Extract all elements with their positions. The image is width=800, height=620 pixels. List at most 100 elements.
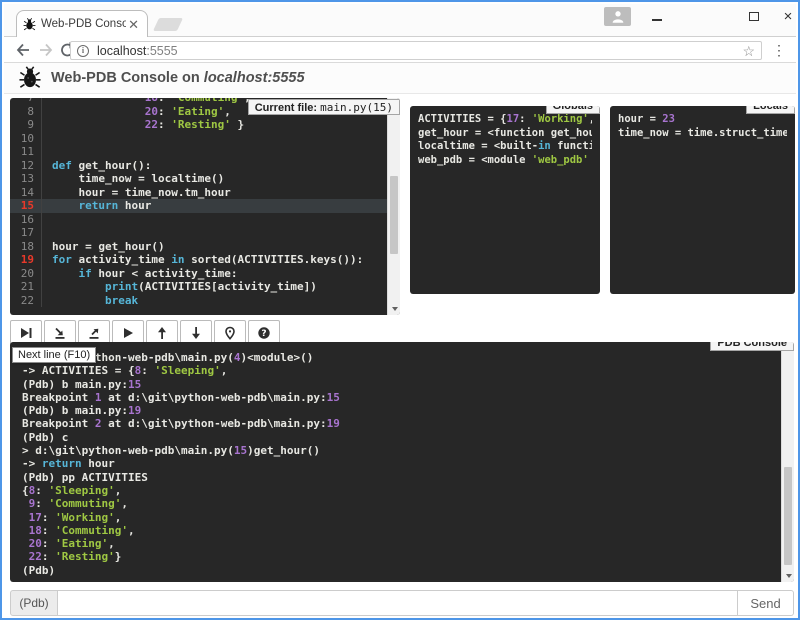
tab-title: Web-PDB Console on loc (41, 18, 126, 30)
profile-button[interactable] (604, 7, 631, 26)
browser-menu-icon[interactable]: ⋮ (772, 42, 786, 59)
locals-panel: Locals hour = 23time_now = time.struct_t… (610, 106, 795, 294)
code-line: 12def get_hour(): (10, 159, 387, 173)
tab-close-icon[interactable]: ✕ (126, 18, 141, 31)
code-line: time_now = time.struct_time(tm_yea (618, 127, 787, 141)
code-line: (Pdb) pp ACTIVITIES (22, 471, 778, 484)
line-number[interactable]: 12 (10, 159, 42, 173)
console-lines: > d:\git\python-web-pdb\main.py(4)<modul… (22, 351, 778, 577)
code-line: 22: 'Resting'} (22, 550, 778, 563)
arrow-up-icon (155, 326, 169, 340)
browser-tab[interactable]: Web-PDB Console on loc ✕ (16, 10, 148, 37)
code-line: 9 22: 'Resting' } (10, 118, 387, 132)
arrow-down-icon (189, 326, 203, 340)
page-header: Web-PDB Console on localhost:5555 (4, 63, 796, 94)
help-icon: ? (257, 326, 271, 340)
code-line: {8: 'Sleeping', (22, 484, 778, 497)
line-number[interactable]: 18 (10, 240, 42, 254)
code-line: (Pdb) b main.py:19 (22, 404, 778, 417)
maximize-icon (749, 12, 759, 21)
code-line: 16 (10, 213, 387, 227)
code-line: -> ACTIVITIES = {8: 'Sleeping', (22, 364, 778, 377)
address-bar[interactable]: i localhost:5555 ☆ (70, 41, 762, 60)
console-vertical-scrollbar[interactable] (781, 342, 794, 582)
code-line: 15 return hour (10, 199, 387, 213)
line-number[interactable]: 22 (10, 294, 42, 308)
code-line: 11 (10, 145, 387, 159)
browser-window: Web-PDB Console on loc ✕ × i localhost:5… (0, 0, 800, 620)
code-line: ACTIVITIES = {17: 'Working', 18: ' (418, 113, 592, 127)
code-line: 13 time_now = localtime() (10, 172, 387, 186)
browser-toolbar: i localhost:5555 ☆ ⋮ (4, 36, 796, 63)
continue-icon (121, 326, 135, 340)
minimize-icon (652, 19, 662, 21)
code-line: get_hour = <function get_hour at 0 (418, 127, 592, 141)
code-line: 20: 'Eating', (22, 537, 778, 550)
send-button[interactable]: Send (738, 590, 794, 616)
url-text: localhost:5555 (97, 44, 178, 58)
code-line: > d:\git\python-web-pdb\main.py(4)<modul… (22, 351, 778, 364)
close-button[interactable]: × (773, 6, 800, 26)
forward-icon[interactable] (37, 41, 55, 59)
code-line: > d:\git\python-web-pdb\main.py(15)get_h… (22, 444, 778, 457)
code-line: 21 print(ACTIVITIES[activity_time]) (10, 280, 387, 294)
scroll-thumb[interactable] (390, 176, 398, 254)
code-line: 9: 'Commuting', (22, 497, 778, 510)
code-line: 17 (10, 226, 387, 240)
code-line: -> return hour (22, 457, 778, 470)
scroll-down-icon[interactable] (388, 302, 400, 315)
bookmark-star-icon[interactable]: ☆ (742, 44, 755, 58)
code-lines: 7 18: 'Commuting',8 20: 'Eating',9 22: '… (10, 98, 387, 307)
web-pdb-logo-bug-icon (19, 66, 41, 90)
code-line: 10 (10, 132, 387, 146)
maximize-button[interactable] (739, 6, 769, 26)
code-line: (Pdb) b main.py:15 (22, 378, 778, 391)
line-number[interactable]: 14 (10, 186, 42, 200)
globals-lines: ACTIVITIES = {17: 'Working', 18: 'get_ho… (410, 106, 600, 174)
line-number-breakpoint[interactable]: 15 (10, 199, 42, 213)
pdb-console-panel: PDB Console > d:\git\python-web-pdb\main… (10, 342, 794, 582)
line-number[interactable]: 13 (10, 172, 42, 186)
code-line: web_pdb = <module 'web_pdb' from ' (418, 154, 592, 168)
code-line: (Pdb) c (22, 431, 778, 444)
globals-tag: Globals (546, 106, 600, 114)
back-icon[interactable] (14, 41, 32, 59)
code-line: 18: 'Commuting', (22, 524, 778, 537)
svg-text:?: ? (261, 329, 266, 339)
tooltip: Next line (F10) (12, 347, 96, 363)
code-line: 20 if hour < activity_time: (10, 267, 387, 281)
current-file-panel: Current file: main.py(15) 7 18: 'Commuti… (10, 98, 400, 315)
current-file-tag: Current file: main.py(15) (248, 99, 400, 115)
line-number[interactable]: 9 (10, 118, 42, 132)
page-info-icon[interactable]: i (77, 45, 89, 57)
code-line: localtime = <built-in function loc (418, 140, 592, 154)
next-line-icon (19, 326, 33, 340)
tab-strip: Web-PDB Console on loc ✕ × (4, 4, 796, 36)
locals-tag: Locals (746, 106, 795, 114)
page-title: Web-PDB Console on localhost:5555 (51, 70, 305, 86)
code-line: 22 break (10, 294, 387, 308)
code-line: 14 hour = time_now.tm_hour (10, 186, 387, 200)
step-out-icon (87, 326, 101, 340)
breakpoint-pin-icon (223, 326, 237, 340)
line-number[interactable]: 16 (10, 213, 42, 227)
code-vertical-scrollbar[interactable] (387, 98, 400, 315)
line-number[interactable]: 17 (10, 226, 42, 240)
code-line: (Pdb) (22, 564, 778, 577)
scroll-thumb[interactable] (784, 467, 792, 565)
globals-panel: Globals ACTIVITIES = {17: 'Working', 18:… (410, 106, 600, 294)
command-input[interactable] (58, 590, 738, 616)
pdb-console-tag: PDB Console (710, 342, 794, 351)
scroll-down-icon[interactable] (782, 569, 794, 582)
line-number[interactable]: 10 (10, 132, 42, 146)
line-number[interactable]: 20 (10, 267, 42, 281)
line-number[interactable]: 21 (10, 280, 42, 294)
new-tab-button[interactable] (153, 18, 183, 31)
bug-favicon-icon (23, 18, 36, 31)
minimize-button[interactable] (642, 6, 672, 26)
line-number[interactable]: 8 (10, 105, 42, 119)
close-icon: × (784, 9, 793, 24)
code-line: hour = 23 (618, 113, 787, 127)
line-number[interactable]: 11 (10, 145, 42, 159)
line-number-breakpoint[interactable]: 19 (10, 253, 42, 267)
